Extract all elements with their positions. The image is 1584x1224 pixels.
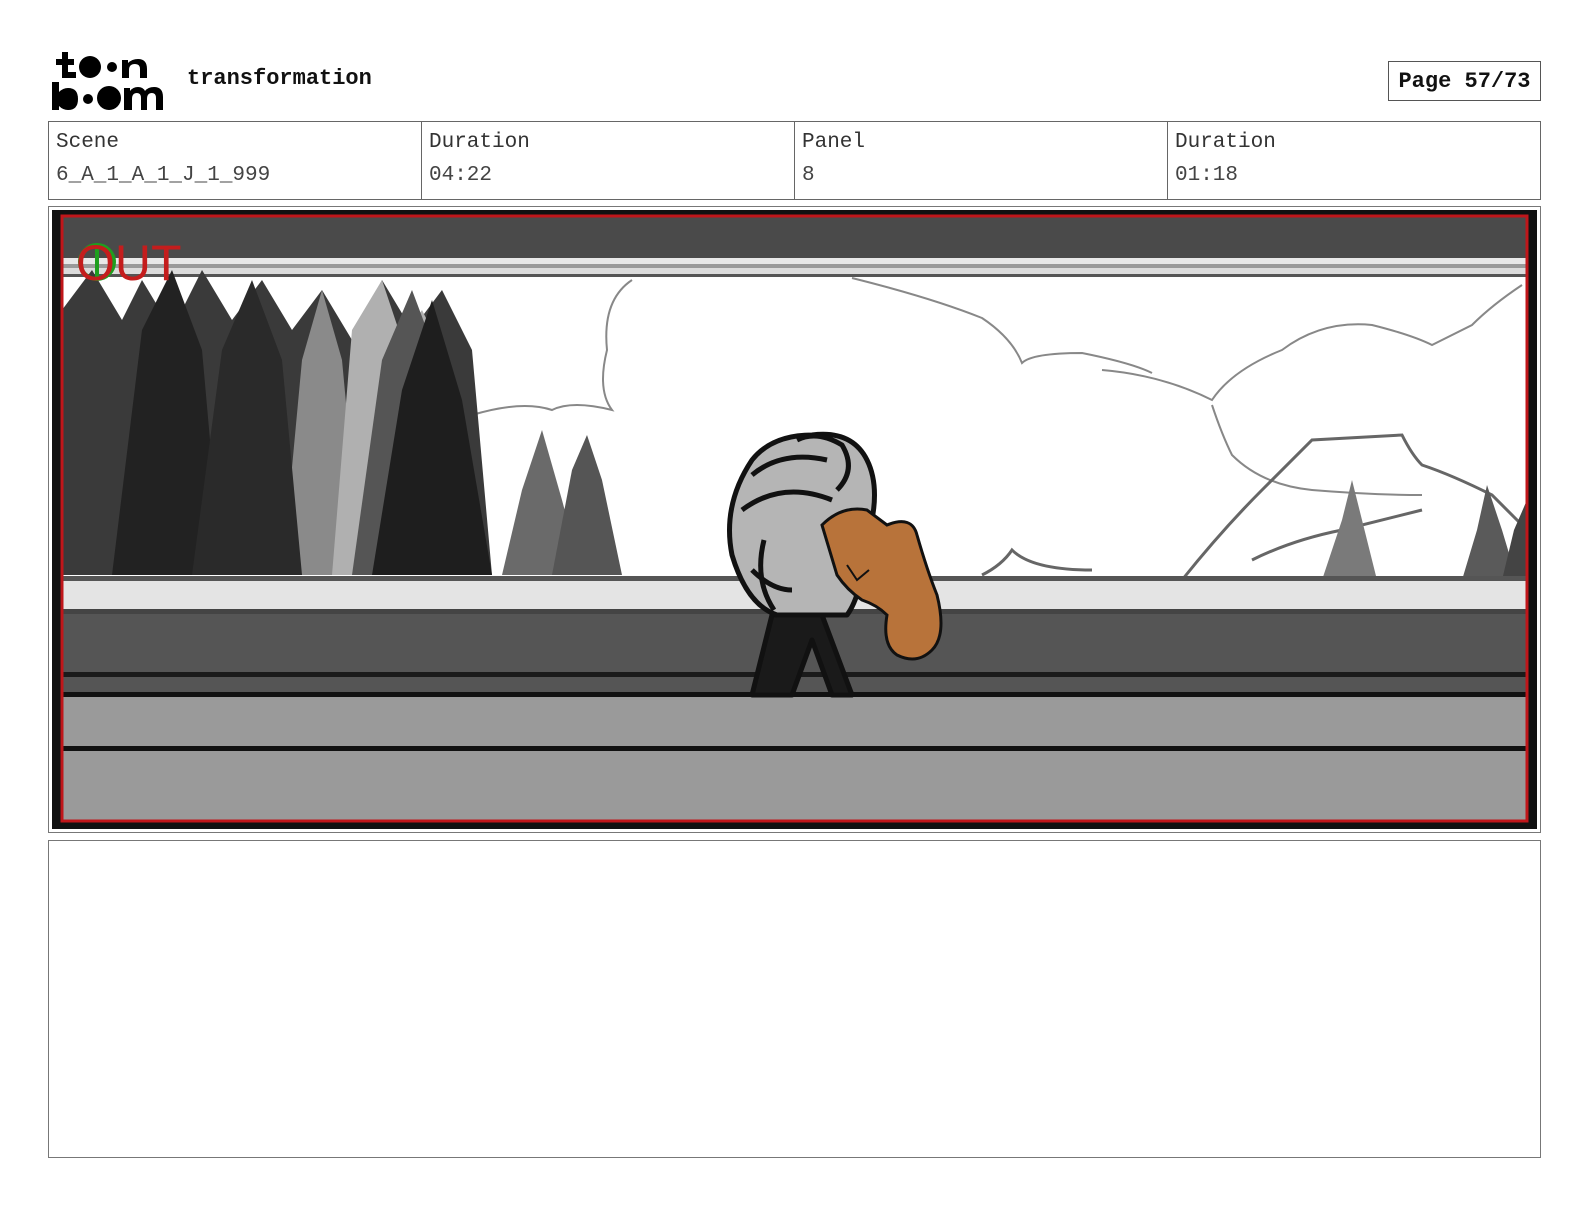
scene-duration-label: Duration xyxy=(429,131,530,154)
storyboard-panel: OUT xyxy=(48,206,1541,833)
scene-label: Scene xyxy=(56,131,120,154)
scene-duration-cell: Duration 04:22 xyxy=(422,122,795,199)
panel-duration-value: 01:18 xyxy=(1175,164,1239,187)
scene-duration-value: 04:22 xyxy=(429,164,493,187)
project-title: transformation xyxy=(187,66,372,91)
out-overlay-text: OUT xyxy=(76,235,182,291)
page-indicator: Page 57/73 xyxy=(1388,61,1541,101)
toonboom-logo xyxy=(52,52,163,110)
scene-info-table: Scene 6_A_1_A_1_J_1_999 Duration 04:22 P… xyxy=(48,121,1541,200)
panel-duration-label: Duration xyxy=(1175,131,1276,154)
panel-notes-box xyxy=(48,840,1541,1158)
panel-drawing: OUT xyxy=(52,210,1537,829)
scene-cell: Scene 6_A_1_A_1_J_1_999 xyxy=(49,122,422,199)
panel-value: 8 xyxy=(802,164,815,187)
panel-duration-cell: Duration 01:18 xyxy=(1168,122,1540,199)
scene-value: 6_A_1_A_1_J_1_999 xyxy=(56,164,271,187)
panel-cell: Panel 8 xyxy=(795,122,1168,199)
panel-label: Panel xyxy=(802,131,866,154)
